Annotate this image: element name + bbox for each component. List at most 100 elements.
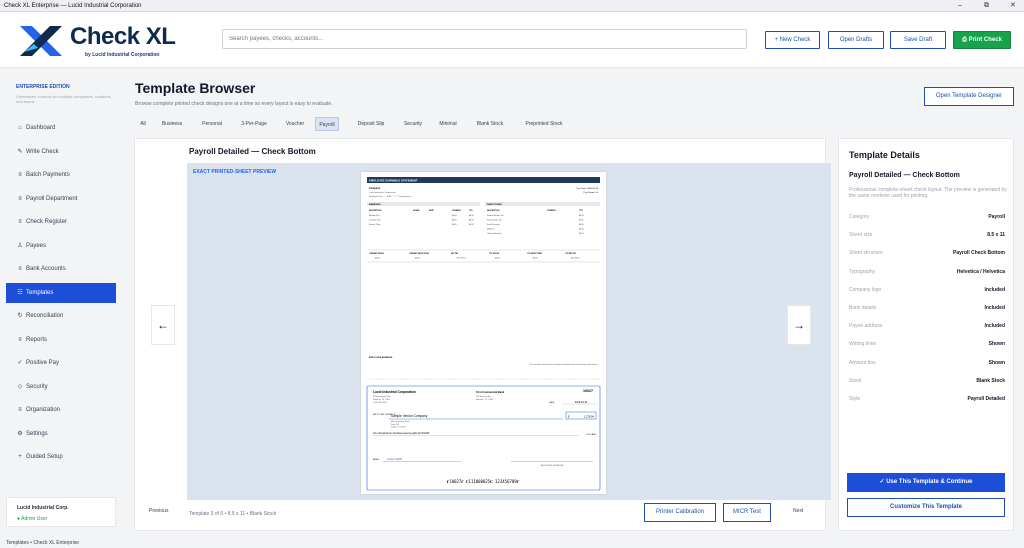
check-xl-logo-icon xyxy=(20,26,62,56)
sidebar-item-dashboard[interactable]: ⌂ Dashboard xyxy=(6,118,116,138)
detail-value: Included xyxy=(984,305,1005,311)
stub-pay-date: Pay Date: 2026-03-10 xyxy=(577,187,599,190)
app-header: Check XL by Lucid Industrial Corporation… xyxy=(0,12,1024,68)
tab-preprinted-stock[interactable]: Preprinted Stock xyxy=(518,117,570,131)
detail-row: Stock Blank Stock xyxy=(849,372,1005,390)
earnings-cell: $0.00 xyxy=(469,224,474,226)
tab-voucher[interactable]: Voucher xyxy=(280,117,310,131)
maximize-button[interactable]: ⧉ xyxy=(984,0,989,12)
print-check-button[interactable]: ⎙ Print Check xyxy=(953,31,1011,49)
customize-template-button[interactable]: Customize This Template xyxy=(847,498,1005,517)
edition-description: Centralized controls for multiple compan… xyxy=(16,94,112,104)
detail-key: Sheet structure xyxy=(849,250,883,257)
window-title: Check XL Enterprise — Lucid Industrial C… xyxy=(4,3,142,9)
totals-column-header: YTD GROSS xyxy=(489,253,500,255)
new-check-button[interactable]: + New Check xyxy=(765,31,820,49)
sidebar-item-label: Organization xyxy=(26,407,61,413)
check-bank-address: 100 Finance Ave xyxy=(476,395,492,398)
sidebar-item-payroll-department[interactable]: ≡ Payroll Department xyxy=(6,189,116,209)
sidebar-item-organization[interactable]: ≡ Organization xyxy=(6,400,116,420)
sidebar-item-batch-payments[interactable]: ≡ Batch Payments xyxy=(6,165,116,185)
next-link[interactable]: Next xyxy=(793,508,803,514)
sidebar-item-positive-pay[interactable]: ✓ Positive Pay xyxy=(6,353,116,373)
sidebar-item-reports[interactable]: ≡ Reports xyxy=(6,330,116,350)
detail-key: Amount box xyxy=(849,359,876,366)
reports-icon: ≡ xyxy=(18,337,22,343)
search-input[interactable] xyxy=(222,29,747,49)
sidebar-item-label: Guided Setup xyxy=(26,454,63,460)
totals-value: $1,278.54 xyxy=(457,258,465,260)
sidebar-item-guided-setup[interactable]: + Guided Setup xyxy=(6,447,116,467)
tab-personal[interactable]: Personal xyxy=(196,117,228,131)
deductions-column-header: DESCRIPTION xyxy=(487,210,500,212)
next-template-arrow[interactable]: → xyxy=(787,305,811,345)
details-heading: Template Details xyxy=(849,150,920,160)
earnings-column-header: YTD xyxy=(469,210,473,212)
sidebar-item-settings[interactable]: ⚙ Settings xyxy=(6,424,116,444)
tab-payroll[interactable]: Payroll xyxy=(315,117,339,131)
previous-template-arrow[interactable]: ← xyxy=(151,305,175,345)
check-bank-address: Houston, TX 77002 xyxy=(476,398,494,401)
totals-value: $0.00 xyxy=(375,258,380,260)
details-description: Professional complete-sheet check layout… xyxy=(849,187,1007,199)
tab-minimal[interactable]: Minimal xyxy=(434,117,462,131)
previous-link[interactable]: Previous xyxy=(149,508,168,514)
totals-value: $0.00 xyxy=(415,258,420,260)
totals-value: $0.00 xyxy=(495,258,500,260)
check-company: Lucid Industrial Corporation xyxy=(373,390,416,394)
dollars-label: DOLLARS xyxy=(587,433,597,436)
detail-row: Category Payroll xyxy=(849,208,1005,226)
deductions-cell: $0.00 xyxy=(579,233,584,235)
detail-value: Included xyxy=(984,323,1005,330)
totals-value: $0.00 xyxy=(533,258,538,260)
payee-address: Dallas, TX 75201 xyxy=(391,427,405,429)
sidebar-item-reconciliation[interactable]: ↻ Reconciliation xyxy=(6,306,116,326)
user-company: Lucid Industrial Corp. xyxy=(17,505,69,511)
payroll-department-icon: ≡ xyxy=(18,196,22,202)
preview-stage: EXACT PRINTED-SHEET PREVIEW EMPLOYEE EAR… xyxy=(187,163,831,500)
printer-calibration-button[interactable]: Printer Calibration xyxy=(644,503,716,522)
open-drafts-button[interactable]: Open Drafts xyxy=(828,31,884,49)
deductions-cell: Medicare xyxy=(487,228,495,231)
check-company-address: Houston, TX 77001 xyxy=(373,398,391,401)
earnings-title: EARNINGS xyxy=(369,203,381,206)
save-draft-button[interactable]: Save Draft xyxy=(890,31,946,49)
sidebar-item-templates[interactable]: ☷ Templates xyxy=(6,283,116,303)
stub-company: Lucid Industrial Corporation xyxy=(369,191,397,194)
detail-row: Typography Helvetica / Helvetica xyxy=(849,263,1005,281)
open-template-designer-button[interactable]: Open Template Designer xyxy=(924,87,1014,106)
tab-blank-stock[interactable]: Blank Stock xyxy=(470,117,510,131)
detail-key: Writing lines xyxy=(849,341,877,348)
stub-company-label: Company: xyxy=(369,187,381,190)
use-template-button[interactable]: ✓ Use This Template & Continue xyxy=(847,473,1005,492)
detail-value: Payroll Detailed xyxy=(967,396,1005,402)
sidebar-item-label: Settings xyxy=(26,431,48,437)
templates-icon: ☷ xyxy=(17,290,23,296)
sidebar-item-check-register[interactable]: ≡ Check Register xyxy=(6,212,116,232)
check-sheet-preview: EMPLOYEE EARNINGS STATEMENT Company: Luc… xyxy=(361,172,606,494)
sidebar-item-label: Write Check xyxy=(26,149,59,155)
detail-row: Company logo Included xyxy=(849,281,1005,299)
tab-3-per-page[interactable]: 3-Per-Page xyxy=(236,117,272,131)
reconciliation-icon: ↻ xyxy=(17,313,23,319)
tab-business[interactable]: Business xyxy=(157,117,187,131)
earnings-cell: Bonus / Other xyxy=(369,223,381,226)
minimize-button[interactable]: – xyxy=(958,0,962,12)
detail-row: Sheet size 8.5 x 11 xyxy=(849,226,1005,244)
tab-deposit-slip[interactable]: Deposit Slip xyxy=(351,117,391,131)
deductions-cell: $0.00 xyxy=(579,229,584,231)
write-check-icon: ✎ xyxy=(17,149,23,155)
micr-test-button[interactable]: MICR Test xyxy=(723,503,771,522)
check-company-address: (713) 555-0100 xyxy=(373,402,388,404)
user-panel[interactable]: Lucid Industrial Corp. ● Admin User xyxy=(6,497,116,527)
check-payee: Sample Vendor Company xyxy=(391,414,428,418)
sidebar-item-bank-accounts[interactable]: ≡ Bank Accounts xyxy=(6,259,116,279)
pager-info: Template 3 of 6 • 8.5 x 11 • Blank Stock xyxy=(189,511,277,517)
sidebar-item-security[interactable]: ◇ Security xyxy=(6,377,116,397)
tab-security[interactable]: Security xyxy=(399,117,427,131)
tab-all[interactable]: All xyxy=(137,117,149,131)
close-button[interactable]: ✕ xyxy=(1010,0,1016,12)
sidebar-item-payees[interactable]: ♙ Payees xyxy=(6,236,116,256)
page-description: Browse complete printed check designs on… xyxy=(135,101,333,107)
sidebar-item-write-check[interactable]: ✎ Write Check xyxy=(6,142,116,162)
